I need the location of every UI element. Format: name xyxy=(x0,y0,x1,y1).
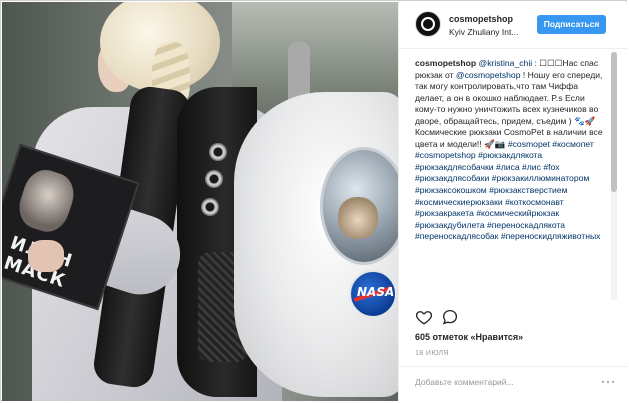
hashtag-link[interactable]: #рюкзаксокошком xyxy=(415,185,487,195)
photo-kitten xyxy=(338,197,378,239)
photo-nasa-logo: NASA xyxy=(349,270,397,318)
heart-icon[interactable] xyxy=(415,308,433,326)
hashtag-link[interactable]: #рюкзакракета xyxy=(415,208,474,218)
hashtag-link[interactable]: #рюкзакдлякота xyxy=(478,150,542,160)
post-date[interactable]: 18 ИЮЛЯ xyxy=(415,350,449,357)
post-modal: NASA ИЛОН МАСК cosmopetshop Kyiv Zhulian… xyxy=(0,0,628,401)
hashtag-link[interactable]: #лиса xyxy=(496,162,520,172)
caption-area: cosmopetshop @kristina_chii : ☐☐☐Нас спа… xyxy=(415,58,603,298)
hashtag-link[interactable]: #коткосмонавт xyxy=(505,197,564,207)
ellipsis-icon[interactable]: ··· xyxy=(601,375,616,387)
hashtag-list: #cosmopet #космопет #cosmopetshop #рюкза… xyxy=(415,139,600,241)
caption-author[interactable]: cosmopetshop xyxy=(415,58,476,68)
hashtag-link[interactable]: #космическиерюкзаки xyxy=(415,197,503,207)
post-actions xyxy=(415,308,615,326)
post-photo[interactable]: NASA ИЛОН МАСК xyxy=(2,2,398,401)
comment-input[interactable] xyxy=(415,374,595,390)
photo-grommet xyxy=(209,143,227,161)
hashtag-link[interactable]: #рюкзакдубилета xyxy=(415,220,485,230)
hashtag-link[interactable]: #рюкзакиллюминатором xyxy=(492,173,590,183)
post-sidebar: cosmopetshop Kyiv Zhuliany Int... Подпис… xyxy=(398,2,628,401)
hashtag-link[interactable]: #лис xyxy=(522,162,541,172)
book-cover-portrait xyxy=(13,164,80,238)
hashtag-link[interactable]: #cosmopetshop xyxy=(415,150,476,160)
caption-text: ! Ношу его спереди, так могу контролиров… xyxy=(415,69,603,149)
photo-grommet xyxy=(201,198,219,216)
hashtag-link[interactable]: #рюкзакстверстием xyxy=(489,185,567,195)
caption-mention[interactable]: @cosmopetshop xyxy=(456,70,521,80)
caption-scrollbar-thumb[interactable] xyxy=(611,52,617,192)
hashtag-link[interactable]: #рюкзакдлясобаки xyxy=(415,173,489,183)
hashtag-link[interactable]: #космопет xyxy=(552,139,593,149)
post-header: cosmopetshop Kyiv Zhuliany Int... Подпис… xyxy=(399,2,628,49)
post-location[interactable]: Kyiv Zhuliany Int... xyxy=(449,27,524,37)
hashtag-link[interactable]: #переноскадлякота xyxy=(487,220,565,230)
likes-count[interactable]: 605 отметок «Нравится» xyxy=(415,332,523,342)
speech-bubble-icon[interactable] xyxy=(441,308,459,326)
hashtag-link[interactable]: #fox xyxy=(543,162,559,172)
hashtag-link[interactable]: #рюкзакдлясобачки xyxy=(415,162,494,172)
follow-button[interactable]: Подписаться xyxy=(537,15,606,34)
post-username[interactable]: cosmopetshop xyxy=(449,14,513,24)
photo-grommet xyxy=(205,170,223,188)
caption-mention[interactable]: @kristina_chii xyxy=(479,58,533,68)
hashtag-link[interactable]: #cosmopet xyxy=(508,139,550,149)
avatar-ring xyxy=(421,17,435,31)
nasa-logo-text: NASA xyxy=(357,285,395,299)
cosmopetshop-logo-icon[interactable] xyxy=(415,11,441,37)
hashtag-link[interactable]: #переноскадлясобак xyxy=(415,231,498,241)
hashtag-link[interactable]: #переноскидляживотных xyxy=(501,231,601,241)
photo-hand xyxy=(28,240,64,272)
hashtag-link[interactable]: #космическийрюкзак xyxy=(476,208,559,218)
divider xyxy=(399,366,628,367)
